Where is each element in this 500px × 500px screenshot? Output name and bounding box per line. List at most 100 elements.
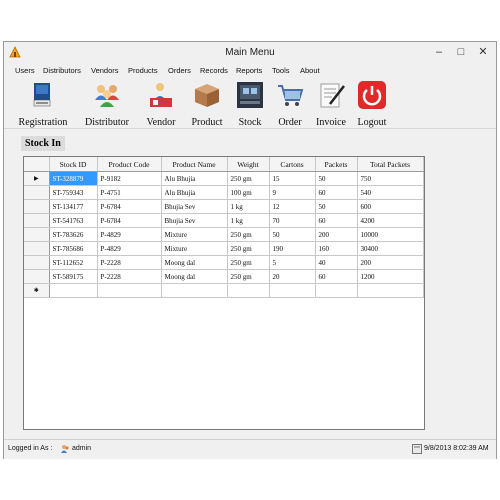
table-cell[interactable]: P-2228 [97, 255, 162, 270]
new-row[interactable]: ✱ [24, 283, 424, 298]
table-cell[interactable]: P-6784 [97, 199, 162, 214]
column-header[interactable]: Product Name [161, 157, 228, 172]
table-cell[interactable]: 5 [269, 255, 316, 270]
table-row[interactable]: ST-134177 P-6784 Bhujia Sev 1 kg 12 50 600 [24, 199, 424, 214]
menu-about[interactable]: About [300, 66, 320, 75]
table-cell[interactable]: Moong dal [161, 255, 228, 270]
column-header[interactable]: Product Code [97, 157, 162, 172]
table-cell[interactable]: 9 [269, 185, 316, 200]
menu-orders[interactable]: Orders [168, 66, 191, 75]
table-cell[interactable]: 1200 [357, 269, 424, 284]
table-cell[interactable]: 200 [315, 227, 358, 242]
menu-users[interactable]: Users [15, 66, 35, 75]
product-button[interactable]: Product [187, 80, 227, 128]
column-header[interactable]: Cartons [269, 157, 316, 172]
column-header[interactable]: Weight [227, 157, 270, 172]
table-cell[interactable]: 750 [357, 171, 424, 186]
table-cell[interactable]: Bhujia Sev [161, 213, 228, 228]
column-header[interactable]: Stock ID [49, 157, 98, 172]
stock-button[interactable]: Stock [232, 80, 268, 128]
row-header[interactable] [24, 255, 50, 270]
table-cell[interactable]: P-4829 [97, 241, 162, 256]
table-cell[interactable]: 250 gm [227, 241, 270, 256]
table-cell[interactable] [357, 283, 424, 298]
table-cell[interactable] [227, 283, 270, 298]
order-button[interactable]: Order [272, 80, 308, 128]
table-cell[interactable]: 50 [269, 227, 316, 242]
close-button[interactable]: ✕ [472, 44, 494, 60]
menu-records[interactable]: Records [200, 66, 228, 75]
table-cell[interactable]: 20 [269, 269, 316, 284]
table-cell[interactable]: 540 [357, 185, 424, 200]
row-header[interactable]: ▶ [24, 171, 50, 186]
table-cell[interactable]: 70 [269, 213, 316, 228]
table-cell[interactable]: ST-541763 [49, 213, 98, 228]
table-cell[interactable]: P-9182 [97, 171, 162, 186]
table-cell[interactable]: Alu Bhujia [161, 185, 228, 200]
invoice-button[interactable]: Invoice [311, 80, 351, 128]
table-cell[interactable]: 160 [315, 241, 358, 256]
table-cell[interactable]: 100 gm [227, 185, 270, 200]
table-row[interactable]: ST-589175 P-2228 Moong dal 250 gm 20 60 1200 [24, 269, 424, 284]
table-cell[interactable]: Mixture [161, 241, 228, 256]
column-header[interactable]: Packets [315, 157, 358, 172]
table-cell[interactable]: ST-328879 [49, 171, 98, 186]
table-cell[interactable]: 250 gm [227, 269, 270, 284]
table-cell[interactable]: 1 kg [227, 199, 270, 214]
row-header[interactable] [24, 185, 50, 200]
table-cell[interactable]: 250 gm [227, 255, 270, 270]
table-row[interactable]: ST-783626 P-4829 Mixture 250 gm 50 200 10000 [24, 227, 424, 242]
menu-tools[interactable]: Tools [272, 66, 290, 75]
table-row[interactable]: ST-785686 P-4829 Mixture 250 gm 190 160 30400 [24, 241, 424, 256]
table-cell[interactable]: 10000 [357, 227, 424, 242]
table-row[interactable]: ▶ ST-328879 P-9182 Alu Bhujia 250 gm 15 50 750 [24, 171, 424, 186]
table-cell[interactable]: Mixture [161, 227, 228, 242]
distributor-button[interactable]: Distributor [80, 80, 134, 128]
maximize-button[interactable]: □ [450, 44, 472, 60]
table-cell[interactable]: 4200 [357, 213, 424, 228]
stock-grid[interactable]: Stock ID Product Code Product Name Weigh… [23, 156, 425, 430]
table-cell[interactable]: 15 [269, 171, 316, 186]
minimize-button[interactable]: – [428, 44, 450, 60]
table-cell[interactable]: 1 kg [227, 213, 270, 228]
table-cell[interactable]: Bhujia Sev [161, 199, 228, 214]
table-cell[interactable]: P-4751 [97, 185, 162, 200]
table-cell[interactable]: Alu Bhujia [161, 171, 228, 186]
table-cell[interactable]: ST-783626 [49, 227, 98, 242]
table-row[interactable]: ST-112652 P-2228 Moong dal 250 gm 5 40 200 [24, 255, 424, 270]
table-cell[interactable]: Moong dal [161, 269, 228, 284]
table-cell[interactable]: 40 [315, 255, 358, 270]
table-cell[interactable]: 30400 [357, 241, 424, 256]
table-cell[interactable]: 50 [315, 199, 358, 214]
table-row[interactable]: ST-541763 P-6784 Bhujia Sev 1 kg 70 60 4200 [24, 213, 424, 228]
table-cell[interactable]: P-2228 [97, 269, 162, 284]
logout-button[interactable]: Logout [353, 80, 391, 128]
table-cell[interactable]: 250 gm [227, 227, 270, 242]
row-header[interactable] [24, 241, 50, 256]
table-cell[interactable] [97, 283, 162, 298]
row-header[interactable] [24, 269, 50, 284]
table-cell[interactable]: 60 [315, 213, 358, 228]
menu-reports[interactable]: Reports [236, 66, 262, 75]
table-cell[interactable] [161, 283, 228, 298]
registration-button[interactable]: Registration [12, 80, 74, 128]
menu-vendors[interactable]: Vendors [91, 66, 119, 75]
table-cell[interactable]: ST-112652 [49, 255, 98, 270]
table-cell[interactable] [315, 283, 358, 298]
row-header[interactable] [24, 213, 50, 228]
table-cell[interactable]: 600 [357, 199, 424, 214]
table-cell[interactable]: 60 [315, 269, 358, 284]
table-cell[interactable]: 190 [269, 241, 316, 256]
table-row[interactable]: ST-759343 P-4751 Alu Bhujia 100 gm 9 60 540 [24, 185, 424, 200]
new-row-marker[interactable]: ✱ [24, 283, 50, 298]
table-cell[interactable]: ST-134177 [49, 199, 98, 214]
table-cell[interactable]: 50 [315, 171, 358, 186]
column-header[interactable]: Total Packets [357, 157, 424, 172]
table-cell[interactable]: ST-759343 [49, 185, 98, 200]
table-cell[interactable]: P-6784 [97, 213, 162, 228]
table-cell[interactable]: ST-785686 [49, 241, 98, 256]
row-header[interactable] [24, 227, 50, 242]
table-cell[interactable]: ST-589175 [49, 269, 98, 284]
table-cell[interactable] [49, 283, 98, 298]
table-cell[interactable]: 250 gm [227, 171, 270, 186]
